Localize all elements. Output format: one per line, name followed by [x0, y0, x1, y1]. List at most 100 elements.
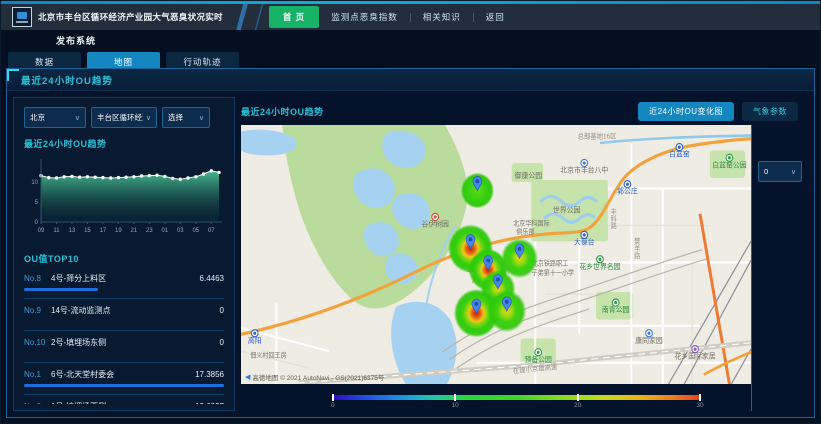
map-label: 总部基地16区: [578, 131, 617, 140]
map-svg: 总部基地16区御康公园北京市丰台八中白盆窑白盆窑公园郭公庄世界公园大葆台北京华科…: [241, 125, 751, 384]
map-button-0[interactable]: 近24小时OU变化图: [638, 102, 734, 121]
svg-text:0: 0: [35, 220, 39, 226]
map-label: 预备公园: [524, 355, 551, 364]
map-label: 世界公园: [553, 205, 580, 214]
value-bar-track: [24, 352, 224, 355]
rank-label: No.8: [24, 274, 49, 283]
map-label: 谷伊树园: [421, 219, 448, 228]
svg-text:17: 17: [100, 228, 107, 234]
site-name: 2号-填埋场东侧: [51, 337, 220, 348]
ou-value: 0: [220, 306, 224, 315]
trend-chart: 0510091113151719212301030507: [24, 152, 224, 243]
svg-text:13: 13: [69, 228, 76, 234]
map-label: 北京市丰台八中: [560, 165, 608, 174]
chevron-down-icon: ∨: [146, 114, 151, 122]
top10-row: No.914号-流动监测点0: [24, 299, 224, 331]
app-window: 北京市丰台区循环经济产业园大气恶臭状况实时 首 页监测点恶臭指数相关知识返回 发…: [0, 0, 821, 424]
nav-item-3[interactable]: 返回: [474, 7, 517, 27]
filter-value: 北京: [30, 112, 72, 123]
slash-shape: [231, 4, 253, 30]
map-label: 北京华科国际: [513, 218, 550, 227]
svg-text:15: 15: [84, 228, 91, 234]
map-canvas[interactable]: 总部基地16区御康公园北京市丰台八中白盆窑白盆窑公园郭公庄世界公园大葆台北京华科…: [241, 125, 751, 384]
filter-value: 选择: [168, 112, 196, 123]
ou-value: 0: [220, 338, 224, 347]
ou-value: 6.4463: [200, 274, 224, 283]
filter-value: 丰台区循环经济产业园: [97, 112, 143, 123]
legend-tick-mark: [332, 394, 334, 401]
rank-label: No.10: [24, 338, 49, 347]
amap-logo-icon: ◀: [245, 373, 250, 381]
top10-row: No.84号-筛分上料区6.4463: [24, 267, 224, 299]
top10-row: No.102号-填埋场东侧0: [24, 331, 224, 363]
top10-row: No.21号-填埋场西侧13.6897: [24, 395, 224, 404]
value-bar-track: [24, 288, 224, 291]
panel-header: 最近24小时OU趋势: [7, 69, 814, 91]
legend-tick-mark: [699, 394, 701, 401]
site-name: 4号-筛分上料区: [51, 273, 200, 284]
trend-sidebar: 北京∨丰台区循环经济产业园∨选择∨ 最近24小时OU趋势 05100911131…: [13, 97, 235, 411]
svg-text:07: 07: [208, 228, 215, 234]
chevron-down-icon: ∨: [199, 114, 204, 122]
svg-text:09: 09: [38, 228, 45, 234]
site-name: 14号-流动监测点: [51, 305, 220, 316]
logo-caption: [16, 21, 28, 23]
logo-glyph-icon: [17, 12, 27, 19]
nav-item-2[interactable]: 相关知识: [411, 7, 473, 27]
legend-tick-label: 10: [452, 402, 459, 409]
right-rail: 0 ∨: [751, 125, 808, 411]
value-bar: [24, 288, 98, 291]
legend-tick-mark: [454, 394, 456, 401]
filter-select-1[interactable]: 丰台区循环经济产业园∨: [91, 107, 157, 128]
value-bar: [24, 384, 224, 387]
app-title: 北京市丰台区循环经济产业园大气恶臭状况实时: [38, 11, 223, 23]
mini-select-value: 0: [764, 167, 788, 176]
map-label: 花乡国际家居: [675, 351, 716, 360]
rank-label: No.1: [24, 370, 49, 379]
app-header: 北京市丰台区循环经济产业园大气恶臭状况实时 首 页监测点恶臭指数相关知识返回: [1, 4, 820, 30]
map-body-row: 总部基地16区御康公园北京市丰台八中白盆窑白盆窑公园郭公庄世界公园大葆台北京华科…: [241, 125, 808, 411]
map-label: 白盆窑公园: [712, 160, 746, 169]
map-road-label: 樊羊路: [634, 236, 641, 260]
legend-tick-label: 20: [574, 402, 581, 409]
map-label: 花乡世界名园: [579, 262, 620, 271]
filter-select-2[interactable]: 选择∨: [162, 107, 210, 128]
map-header: 最近24小时OU趋势 近24小时OU变化图气象参数: [241, 97, 808, 125]
svg-text:21: 21: [131, 228, 138, 234]
filter-row: 北京∨丰台区循环经济产业园∨选择∨: [24, 107, 224, 128]
svg-text:5: 5: [35, 200, 39, 206]
chevron-down-icon: ∨: [75, 114, 80, 122]
main-nav: 首 页监测点恶臭指数相关知识返回: [269, 6, 517, 28]
map-button-1[interactable]: 气象参数: [742, 102, 798, 121]
map-label: 白盆窑: [669, 149, 690, 158]
nav-item-0[interactable]: 首 页: [269, 6, 319, 28]
map-mini-select[interactable]: 0 ∨: [758, 161, 802, 182]
filter-select-0[interactable]: 北京∨: [24, 107, 86, 128]
map-buttons: 近24小时OU变化图气象参数: [638, 102, 798, 121]
map-label: 御康公园: [515, 171, 542, 180]
svg-text:05: 05: [192, 228, 199, 234]
map-label: 康同家园: [635, 336, 662, 345]
nav-item-1[interactable]: 监测点恶臭指数: [319, 7, 410, 27]
map-region: 最近24小时OU趋势 近24小时OU变化图气象参数: [241, 97, 808, 411]
main-panel: 最近24小时OU趋势 北京∨丰台区循环经济产业园∨选择∨ 最近24小时OU趋势 …: [6, 68, 815, 418]
value-bar-track: [24, 384, 224, 387]
legend-tick-label: 0: [331, 402, 335, 409]
legend-tick-mark: [577, 394, 579, 401]
attribution-text: 高德地图 © 2021 AutoNavi - GS(2021)6375号: [252, 372, 384, 382]
legend-tick-label: 30: [696, 402, 703, 409]
map-label: 大葆台: [574, 237, 595, 246]
map-attribution: ◀ 高德地图 © 2021 AutoNavi - GS(2021)6375号: [245, 372, 384, 382]
panel-title: 最近24小时OU趋势: [21, 73, 113, 87]
rank-label: No.2: [24, 402, 49, 404]
svg-text:11: 11: [53, 228, 60, 234]
map-label: 高阳: [248, 336, 262, 345]
svg-text:10: 10: [31, 180, 38, 186]
header-slash-decoration: [231, 4, 265, 30]
map-label: 南青公园: [602, 305, 629, 314]
value-bar-track: [24, 320, 224, 323]
map-label: 子弟第十一小学: [532, 268, 575, 277]
trend-chart-svg: 0510091113151719212301030507: [24, 152, 224, 238]
trend-chart-title: 最近24小时OU趋势: [24, 137, 224, 150]
chevron-down-icon: ∨: [791, 168, 796, 176]
